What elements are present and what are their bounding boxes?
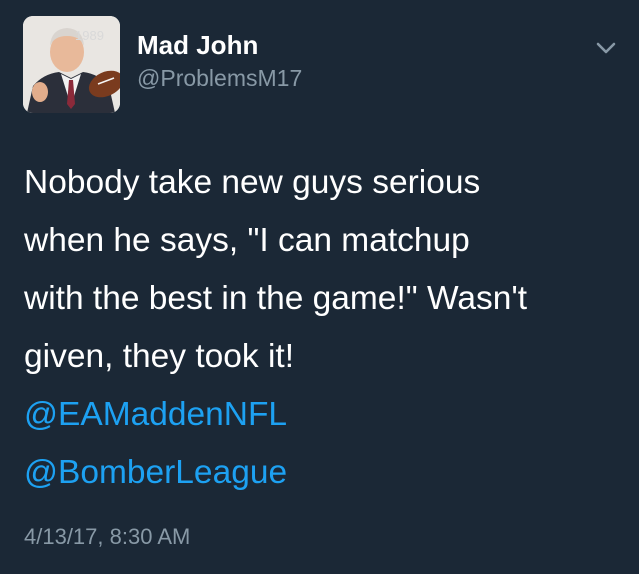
tweet-text-line: given, they took it! xyxy=(24,338,295,375)
avatar[interactable]: 1989 xyxy=(23,16,120,113)
mention-link-bomberleague[interactable]: @BomberLeague xyxy=(24,444,624,502)
mention-link-eamaddennfl[interactable]: @EAMaddenNFL xyxy=(24,386,624,444)
tweet-text-line: when he says, "I can matchup xyxy=(24,222,470,259)
user-handle[interactable]: @ProblemsM17 xyxy=(137,63,302,93)
tweet-timestamp[interactable]: 4/13/17, 8:30 AM xyxy=(24,522,190,552)
tweet-text-line: with the best in the game!" Wasn't xyxy=(24,280,528,317)
avatar-badge: 1989 xyxy=(75,28,104,43)
tweet-text-line: Nobody take new guys serious xyxy=(24,164,481,201)
display-name[interactable]: Mad John xyxy=(137,29,258,61)
tweet-card: 1989 Mad John @ProblemsM17 Nobody take n… xyxy=(0,0,639,574)
tweet-menu-button[interactable] xyxy=(590,37,622,61)
tweet-text: Nobody take new guys serious when he say… xyxy=(24,154,624,502)
avatar-image: 1989 xyxy=(23,16,120,113)
chevron-down-icon xyxy=(590,37,622,61)
